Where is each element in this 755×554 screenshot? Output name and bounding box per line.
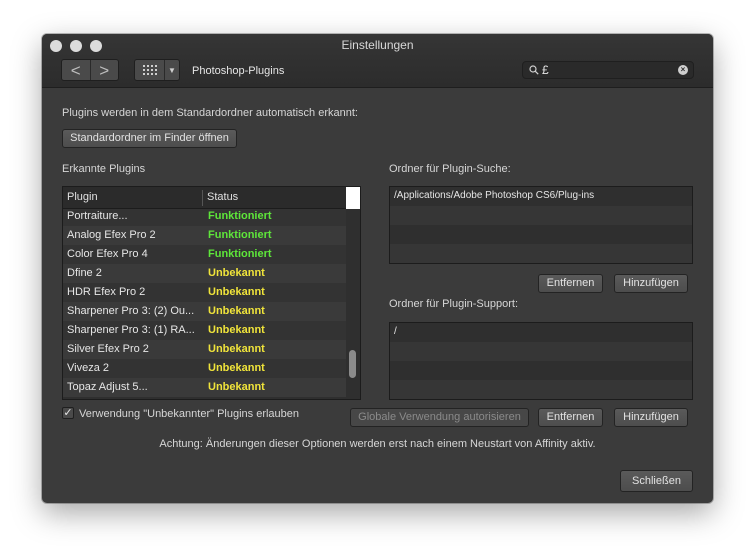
show-all-button[interactable]: ▼: [134, 59, 180, 81]
plugin-name: Silver Efex Pro 2: [67, 343, 149, 355]
plugin-status: Unbekannt: [208, 305, 265, 317]
table-row[interactable]: Viveza 2 Unbekannt: [63, 359, 346, 378]
table-row[interactable]: Silver Efex Pro 2 Unbekannt: [63, 340, 346, 359]
plugin-name: Portraiture...: [67, 210, 128, 222]
search-folders-label: Ordner für Plugin-Suche:: [389, 163, 511, 175]
pane-title: Photoshop-Plugins: [192, 65, 285, 77]
table-row[interactable]: HDR Efex Pro 2 Unbekannt: [63, 283, 346, 302]
grid-icon: [135, 60, 165, 80]
plugins-table[interactable]: Portraiture... Funktioniert Analog Efex Pr…: [62, 186, 361, 400]
titlebar: Einstellungen < > ▼ Photoshop-Plugins £ …: [42, 34, 713, 88]
table-row[interactable]: Color Efex Pro 4 Funktioniert: [63, 245, 346, 264]
table-header-corner: [346, 187, 360, 209]
allow-unknown-checkbox[interactable]: ✓: [62, 407, 74, 419]
add-search-folder-button[interactable]: Hinzufügen: [614, 274, 688, 293]
column-header-status[interactable]: Status: [207, 191, 238, 203]
folder-path: /Applications/Adobe Photoshop CS6/Plug-i…: [394, 190, 595, 201]
plugin-name: Viveza 2: [67, 362, 109, 374]
plugin-name: Dfine 2: [67, 267, 102, 279]
list-item[interactable]: /: [390, 323, 692, 342]
search-folders-list[interactable]: /Applications/Adobe Photoshop CS6/Plug-i…: [389, 186, 693, 264]
detected-plugins-label: Erkannte Plugins: [62, 163, 146, 175]
plugin-rows: Portraiture... Funktioniert Analog Efex Pr…: [63, 207, 346, 397]
plugin-name: Analog Efex Pro 2: [67, 229, 156, 241]
column-header-plugin[interactable]: Plugin: [67, 191, 98, 203]
plugin-status: Unbekannt: [208, 362, 265, 374]
search-icon: [529, 65, 539, 75]
list-item[interactable]: /Applications/Adobe Photoshop CS6/Plug-i…: [390, 187, 692, 206]
table-row[interactable]: Portraiture... Funktioniert: [63, 207, 346, 226]
table-header: Plugin Status: [63, 187, 346, 209]
plugin-status: Funktioniert: [208, 210, 272, 222]
plugin-name: Sharpener Pro 3: (2) Ou...: [67, 305, 195, 317]
preferences-window: Einstellungen < > ▼ Photoshop-Plugins £ …: [42, 34, 713, 503]
allow-unknown-label[interactable]: Verwendung "Unbekannter" Plugins erlaube…: [79, 408, 299, 420]
support-folders-label: Ordner für Plugin-Support:: [389, 298, 519, 310]
list-item[interactable]: [390, 380, 692, 399]
list-item[interactable]: [390, 206, 692, 225]
plugin-status: Unbekannt: [208, 267, 265, 279]
list-item[interactable]: [390, 244, 692, 263]
remove-search-folder-button[interactable]: Entfernen: [538, 274, 603, 293]
forward-button[interactable]: >: [89, 60, 119, 80]
table-row[interactable]: Dfine 2 Unbekannt: [63, 264, 346, 283]
add-support-folder-button[interactable]: Hinzufügen: [614, 408, 688, 427]
window-title: Einstellungen: [341, 38, 414, 52]
search-input[interactable]: £: [542, 63, 549, 77]
list-item[interactable]: [390, 361, 692, 380]
plugin-name: HDR Efex Pro 2: [67, 286, 146, 298]
close-button[interactable]: Schließen: [620, 470, 693, 492]
auto-detect-text: Plugins werden in dem Standardordner aut…: [62, 107, 358, 119]
plugin-status: Unbekannt: [208, 381, 265, 393]
table-row[interactable]: Analog Efex Pro 2 Funktioniert: [63, 226, 346, 245]
plugin-name: Sharpener Pro 3: (1) RA...: [67, 324, 195, 336]
restart-warning-text: Achtung: Änderungen dieser Optionen werd…: [159, 438, 596, 450]
list-item[interactable]: [390, 225, 692, 244]
clear-search-icon[interactable]: ×: [678, 65, 688, 75]
support-folders-list[interactable]: /: [389, 322, 693, 400]
plugin-name: Topaz Adjust 5...: [67, 381, 148, 393]
folder-path: /: [394, 326, 397, 337]
plugin-status: Unbekannt: [208, 343, 265, 355]
table-row[interactable]: Topaz Adjust 5... Unbekannt: [63, 378, 346, 397]
table-row[interactable]: Sharpener Pro 3: (2) Ou... Unbekannt: [63, 302, 346, 321]
chevron-down-icon[interactable]: ▼: [165, 60, 179, 80]
back-button[interactable]: <: [62, 60, 90, 80]
search-field[interactable]: £ ×: [522, 61, 694, 79]
authorize-global-button[interactable]: Globale Verwendung autorisieren: [350, 408, 529, 427]
vertical-scrollbar[interactable]: [349, 350, 356, 378]
nav-button-group: < >: [61, 59, 119, 81]
plugin-name: Color Efex Pro 4: [67, 248, 148, 260]
plugin-status: Unbekannt: [208, 286, 265, 298]
plugin-status: Funktioniert: [208, 248, 272, 260]
plugin-status: Unbekannt: [208, 324, 265, 336]
table-row[interactable]: Sharpener Pro 3: (1) RA... Unbekannt: [63, 321, 346, 340]
remove-support-folder-button[interactable]: Entfernen: [538, 408, 603, 427]
open-default-folder-button[interactable]: Standardordner im Finder öffnen: [62, 129, 237, 148]
plugin-status: Funktioniert: [208, 229, 272, 241]
list-item[interactable]: [390, 342, 692, 361]
